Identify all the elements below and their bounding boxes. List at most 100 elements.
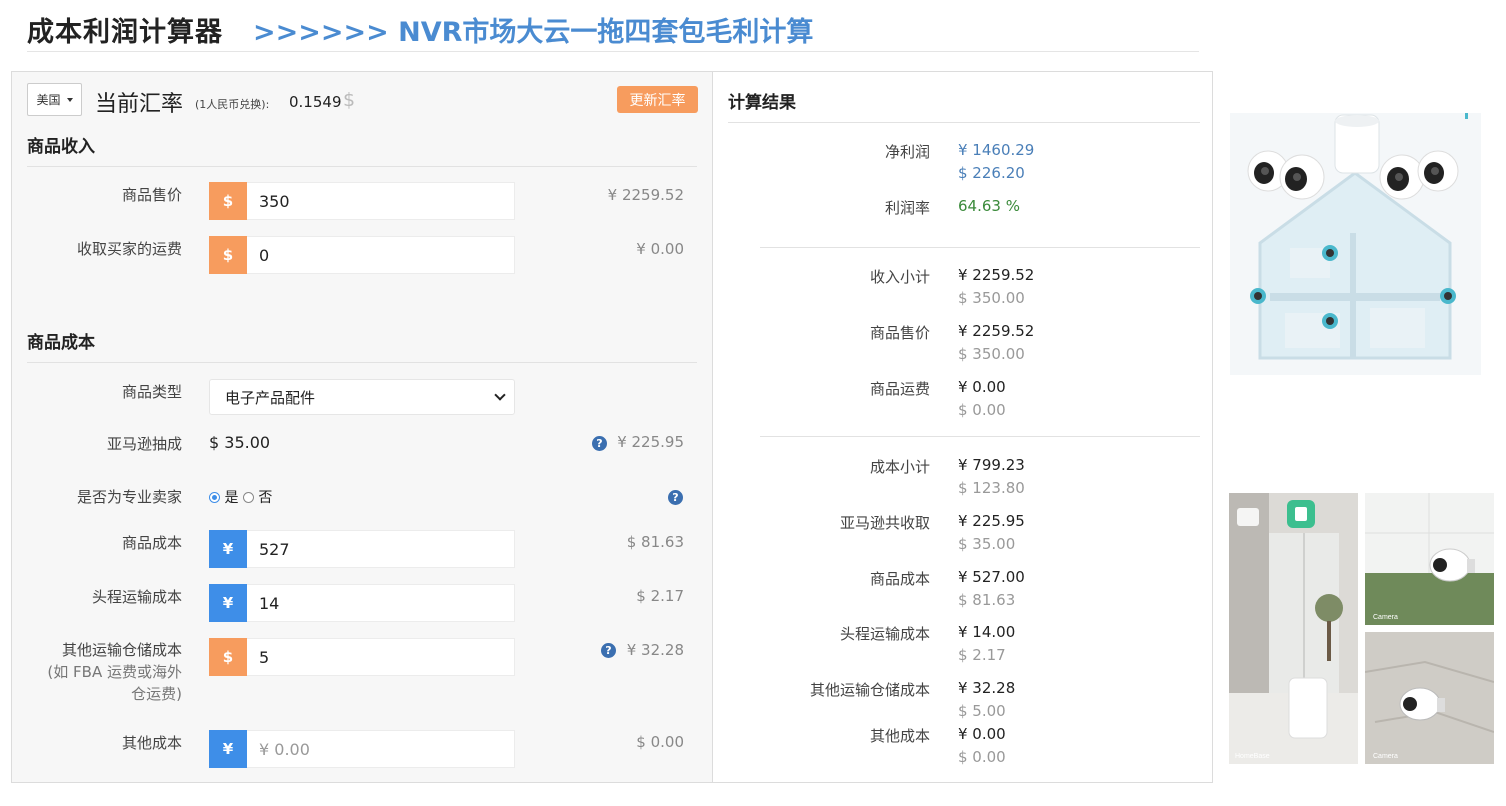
cost-subtotal-usd: $ 123.80 — [958, 479, 1025, 497]
rate-currency-symbol: $ — [343, 89, 356, 111]
result-price-label: 商品售价 — [869, 324, 930, 342]
radio-no[interactable] — [242, 492, 254, 503]
price-input-group: $ 350 — [209, 182, 515, 220]
results-panel: 计算结果 净利润 ¥ 1460.29 $ 226.20 利润率 64.63 % … — [713, 72, 1212, 782]
camera-caption-2: Camera — [1373, 753, 1398, 760]
income-section-title: 商品收入 — [27, 137, 95, 157]
update-rate-button[interactable]: 更新汇率 — [617, 86, 698, 113]
divider — [27, 362, 697, 363]
price-label: 商品售价 — [121, 186, 182, 204]
commission-value: $ 35.00 — [209, 433, 271, 452]
goods-cost-input[interactable]: 527 — [247, 530, 515, 568]
page-subtitle: >>>>>> NVR市场大云一拖四套包毛利计算 — [253, 17, 814, 48]
divider — [728, 122, 1200, 123]
help-icon[interactable]: ? — [668, 490, 683, 505]
other-shipping-label: 其他运输仓储成本 (如 FBA 运费或海外 仓运费) — [2, 639, 182, 705]
caret-down-icon — [66, 97, 73, 102]
price-input[interactable]: 350 — [247, 182, 515, 220]
commission-label: 亚马逊抽成 — [106, 435, 182, 453]
result-first-leg-label: 头程运输成本 — [839, 625, 930, 643]
other-shipping-label-line3: 仓运费) — [131, 685, 182, 703]
calculator-panel: 美国 当前汇率 (1人民币兑换): 0.1549 $ 更新汇率 商品收入 商品售… — [11, 71, 1213, 783]
page-header: 成本利润计算器 >>>>>> NVR市场大云一拖四套包毛利计算 — [27, 8, 1199, 52]
result-shipping-label: 商品运费 — [869, 380, 930, 398]
income-subtotal-usd: $ 350.00 — [958, 289, 1025, 307]
divider — [760, 436, 1200, 437]
result-price-usd: $ 350.00 — [958, 345, 1025, 363]
amazon-total-cny: ¥ 225.95 — [958, 512, 1025, 530]
result-goods-cost-usd: $ 81.63 — [958, 591, 1016, 609]
camera-caption-1: Camera — [1373, 614, 1398, 621]
amazon-total-label: 亚马逊共收取 — [839, 514, 930, 532]
net-profit-label: 净利润 — [884, 143, 930, 161]
income-subtotal-label: 收入小计 — [869, 268, 930, 286]
result-goods-cost-label: 商品成本 — [869, 570, 930, 588]
result-shipping-usd: $ 0.00 — [958, 401, 1006, 419]
homebase-caption: HomeBase — [1235, 753, 1270, 760]
result-other-shipping-usd: $ 5.00 — [958, 702, 1006, 720]
yuan-addon: ¥ — [209, 730, 247, 768]
buyer-shipping-input-group: $ 0 — [209, 236, 515, 274]
result-shipping-cny: ¥ 0.00 — [958, 378, 1006, 396]
homebase-image: HomeBase — [1229, 493, 1358, 764]
other-shipping-label-line2: (如 FBA 运费或海外 — [47, 663, 182, 681]
country-dropdown[interactable]: 美国 — [27, 83, 82, 116]
dollar-addon: $ — [209, 182, 247, 220]
first-leg-input-group: ¥ 14 — [209, 584, 515, 622]
page-title: 成本利润计算器 — [27, 17, 223, 48]
other-cost-input-group: ¥ ¥ 0.00 — [209, 730, 515, 768]
product-type-select[interactable]: 电子产品配件 — [209, 379, 515, 415]
other-cost-converted: $ 0.00 — [636, 733, 684, 751]
net-profit-usd: $ 226.20 — [958, 164, 1025, 182]
result-other-cost-label: 其他成本 — [869, 727, 930, 745]
camera-stone-illustration: Camera — [1365, 632, 1494, 764]
other-shipping-label-line1: 其他运输仓储成本 — [61, 641, 182, 659]
radio-yes[interactable] — [209, 492, 220, 503]
input-form: 美国 当前汇率 (1人民币兑换): 0.1549 $ 更新汇率 商品收入 商品售… — [12, 72, 712, 782]
image-marker — [1465, 113, 1468, 119]
margin-label: 利润率 — [884, 199, 930, 217]
rate-title: 当前汇率 — [95, 92, 184, 117]
room-illustration: HomeBase — [1229, 493, 1358, 764]
product-type-label: 商品类型 — [121, 383, 182, 401]
other-shipping-input[interactable]: 5 — [247, 638, 515, 676]
results-title: 计算结果 — [728, 93, 796, 113]
divider — [760, 247, 1200, 248]
pro-seller-radio-group: 是 否 — [209, 487, 272, 507]
result-other-cost-cny: ¥ 0.00 — [958, 725, 1006, 743]
buyer-shipping-input[interactable]: 0 — [247, 236, 515, 274]
result-other-shipping-label: 其他运输仓储成本 — [809, 681, 930, 699]
buyer-shipping-converted: ¥ 0.00 — [636, 240, 684, 258]
rate-note: (1人民币兑换): — [195, 98, 270, 111]
radio-no-label: 否 — [258, 490, 273, 506]
country-label: 美国 — [36, 93, 61, 107]
rate-value: 0.1549 — [289, 93, 342, 111]
product-house-image — [1230, 113, 1481, 375]
cost-subtotal-label: 成本小计 — [869, 458, 930, 476]
dollar-addon: $ — [209, 236, 247, 274]
first-leg-input[interactable]: 14 — [247, 584, 515, 622]
house-illustration — [1230, 113, 1481, 375]
goods-cost-converted: $ 81.63 — [626, 533, 684, 551]
goods-cost-label: 商品成本 — [121, 534, 182, 552]
price-converted: ¥ 2259.52 — [607, 186, 684, 204]
yuan-addon: ¥ — [209, 530, 247, 568]
buyer-shipping-label: 收取买家的运费 — [76, 240, 182, 258]
margin-value: 64.63 % — [958, 197, 1020, 215]
cost-subtotal-cny: ¥ 799.23 — [958, 456, 1025, 474]
result-first-leg-cny: ¥ 14.00 — [958, 623, 1016, 641]
result-other-cost-usd: $ 0.00 — [958, 748, 1006, 766]
chevron-down-icon — [494, 389, 506, 401]
dollar-addon: $ — [209, 638, 247, 676]
commission-converted: ¥ 225.95 — [617, 433, 684, 451]
other-cost-input[interactable]: ¥ 0.00 — [247, 730, 515, 768]
goods-cost-input-group: ¥ 527 — [209, 530, 515, 568]
result-price-cny: ¥ 2259.52 — [958, 322, 1035, 340]
cost-section-title: 商品成本 — [27, 333, 95, 353]
pro-seller-label: 是否为专业卖家 — [76, 488, 182, 506]
other-cost-label: 其他成本 — [121, 734, 182, 752]
camera-image-2: Camera — [1365, 632, 1494, 764]
result-first-leg-usd: $ 2.17 — [958, 646, 1006, 664]
radio-yes-label: 是 — [224, 490, 239, 506]
camera-image-1: Camera — [1365, 493, 1494, 625]
